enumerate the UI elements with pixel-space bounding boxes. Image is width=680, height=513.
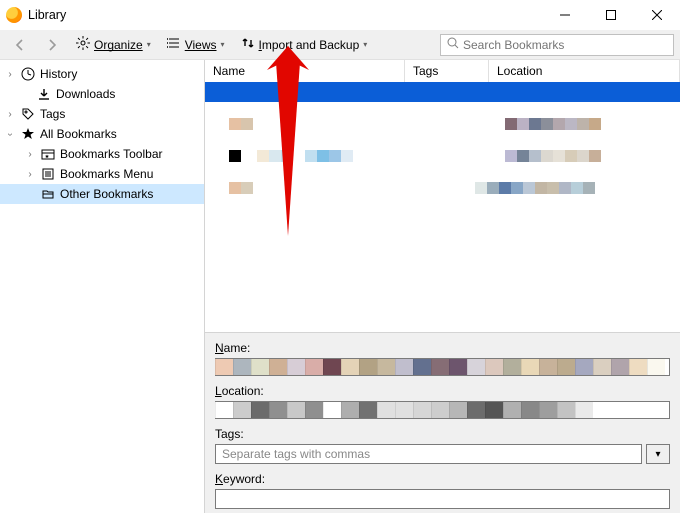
menu-icon (40, 166, 56, 182)
close-button[interactable] (634, 0, 680, 30)
sidebar-item-other-bookmarks[interactable]: › Other Bookmarks (0, 184, 204, 204)
twisty-icon[interactable]: › (24, 149, 36, 160)
toolbar-icon (40, 146, 56, 162)
sidebar-item-downloads[interactable]: › Downloads (0, 84, 204, 104)
list-row[interactable] (205, 82, 680, 102)
sidebar-item-tags[interactable]: › Tags (0, 104, 204, 124)
titlebar: Library (0, 0, 680, 30)
tags-label: Tags: (215, 427, 670, 441)
column-tags[interactable]: Tags (405, 60, 489, 82)
tag-icon (20, 106, 36, 122)
clock-icon (20, 66, 36, 82)
organize-menu[interactable]: Organize▾ (70, 33, 157, 57)
sidebar-item-history[interactable]: › History (0, 64, 204, 84)
location-label: Location: (215, 384, 670, 398)
gear-icon (76, 36, 90, 53)
sidebar-item-all-bookmarks[interactable]: › All Bookmarks (0, 124, 204, 144)
location-field[interactable] (215, 401, 670, 419)
back-button[interactable] (6, 33, 34, 57)
name-field[interactable] (215, 358, 670, 376)
firefox-icon (6, 7, 22, 23)
column-name[interactable]: Name (205, 60, 405, 82)
chevron-down-icon: ▾ (655, 449, 660, 460)
column-location[interactable]: Location (489, 60, 680, 82)
tags-dropdown-button[interactable]: ▾ (646, 444, 670, 464)
details-pane: Name: Location: Tags: Separate tags with… (205, 332, 680, 513)
maximize-button[interactable] (588, 0, 634, 30)
tags-field[interactable]: Separate tags with commas (215, 444, 642, 464)
views-menu[interactable]: Views▾ (161, 33, 231, 57)
sidebar-item-bookmarks-toolbar[interactable]: › Bookmarks Toolbar (0, 144, 204, 164)
keyword-label: Keyword: (215, 472, 670, 486)
search-box[interactable] (440, 34, 674, 56)
folder-icon (40, 186, 56, 202)
forward-button[interactable] (38, 33, 66, 57)
keyword-field[interactable] (215, 489, 670, 509)
column-headers: Name Tags Location (205, 60, 680, 82)
search-input[interactable] (463, 38, 667, 52)
sidebar-item-bookmarks-menu[interactable]: › Bookmarks Menu (0, 164, 204, 184)
list-icon (167, 36, 181, 53)
twisty-icon[interactable]: › (4, 69, 16, 80)
window-title: Library (28, 8, 66, 22)
star-icon (20, 126, 36, 142)
name-label: Name: (215, 341, 670, 355)
bookmark-list[interactable] (205, 82, 680, 332)
import-export-icon (241, 36, 255, 53)
toolbar: Organize▾ Views▾ Import and Backup▾ (0, 30, 680, 60)
list-row[interactable] (205, 146, 680, 166)
sidebar: › History › Downloads › Tags › All Bookm… (0, 60, 205, 513)
twisty-icon[interactable]: › (24, 169, 36, 180)
twisty-icon[interactable]: › (5, 128, 16, 140)
import-backup-menu[interactable]: Import and Backup▾ (235, 33, 374, 57)
twisty-icon[interactable]: › (4, 109, 16, 120)
list-row[interactable] (205, 178, 680, 198)
download-icon (36, 86, 52, 102)
minimize-button[interactable] (542, 0, 588, 30)
list-row[interactable] (205, 114, 680, 134)
search-icon (447, 37, 459, 52)
